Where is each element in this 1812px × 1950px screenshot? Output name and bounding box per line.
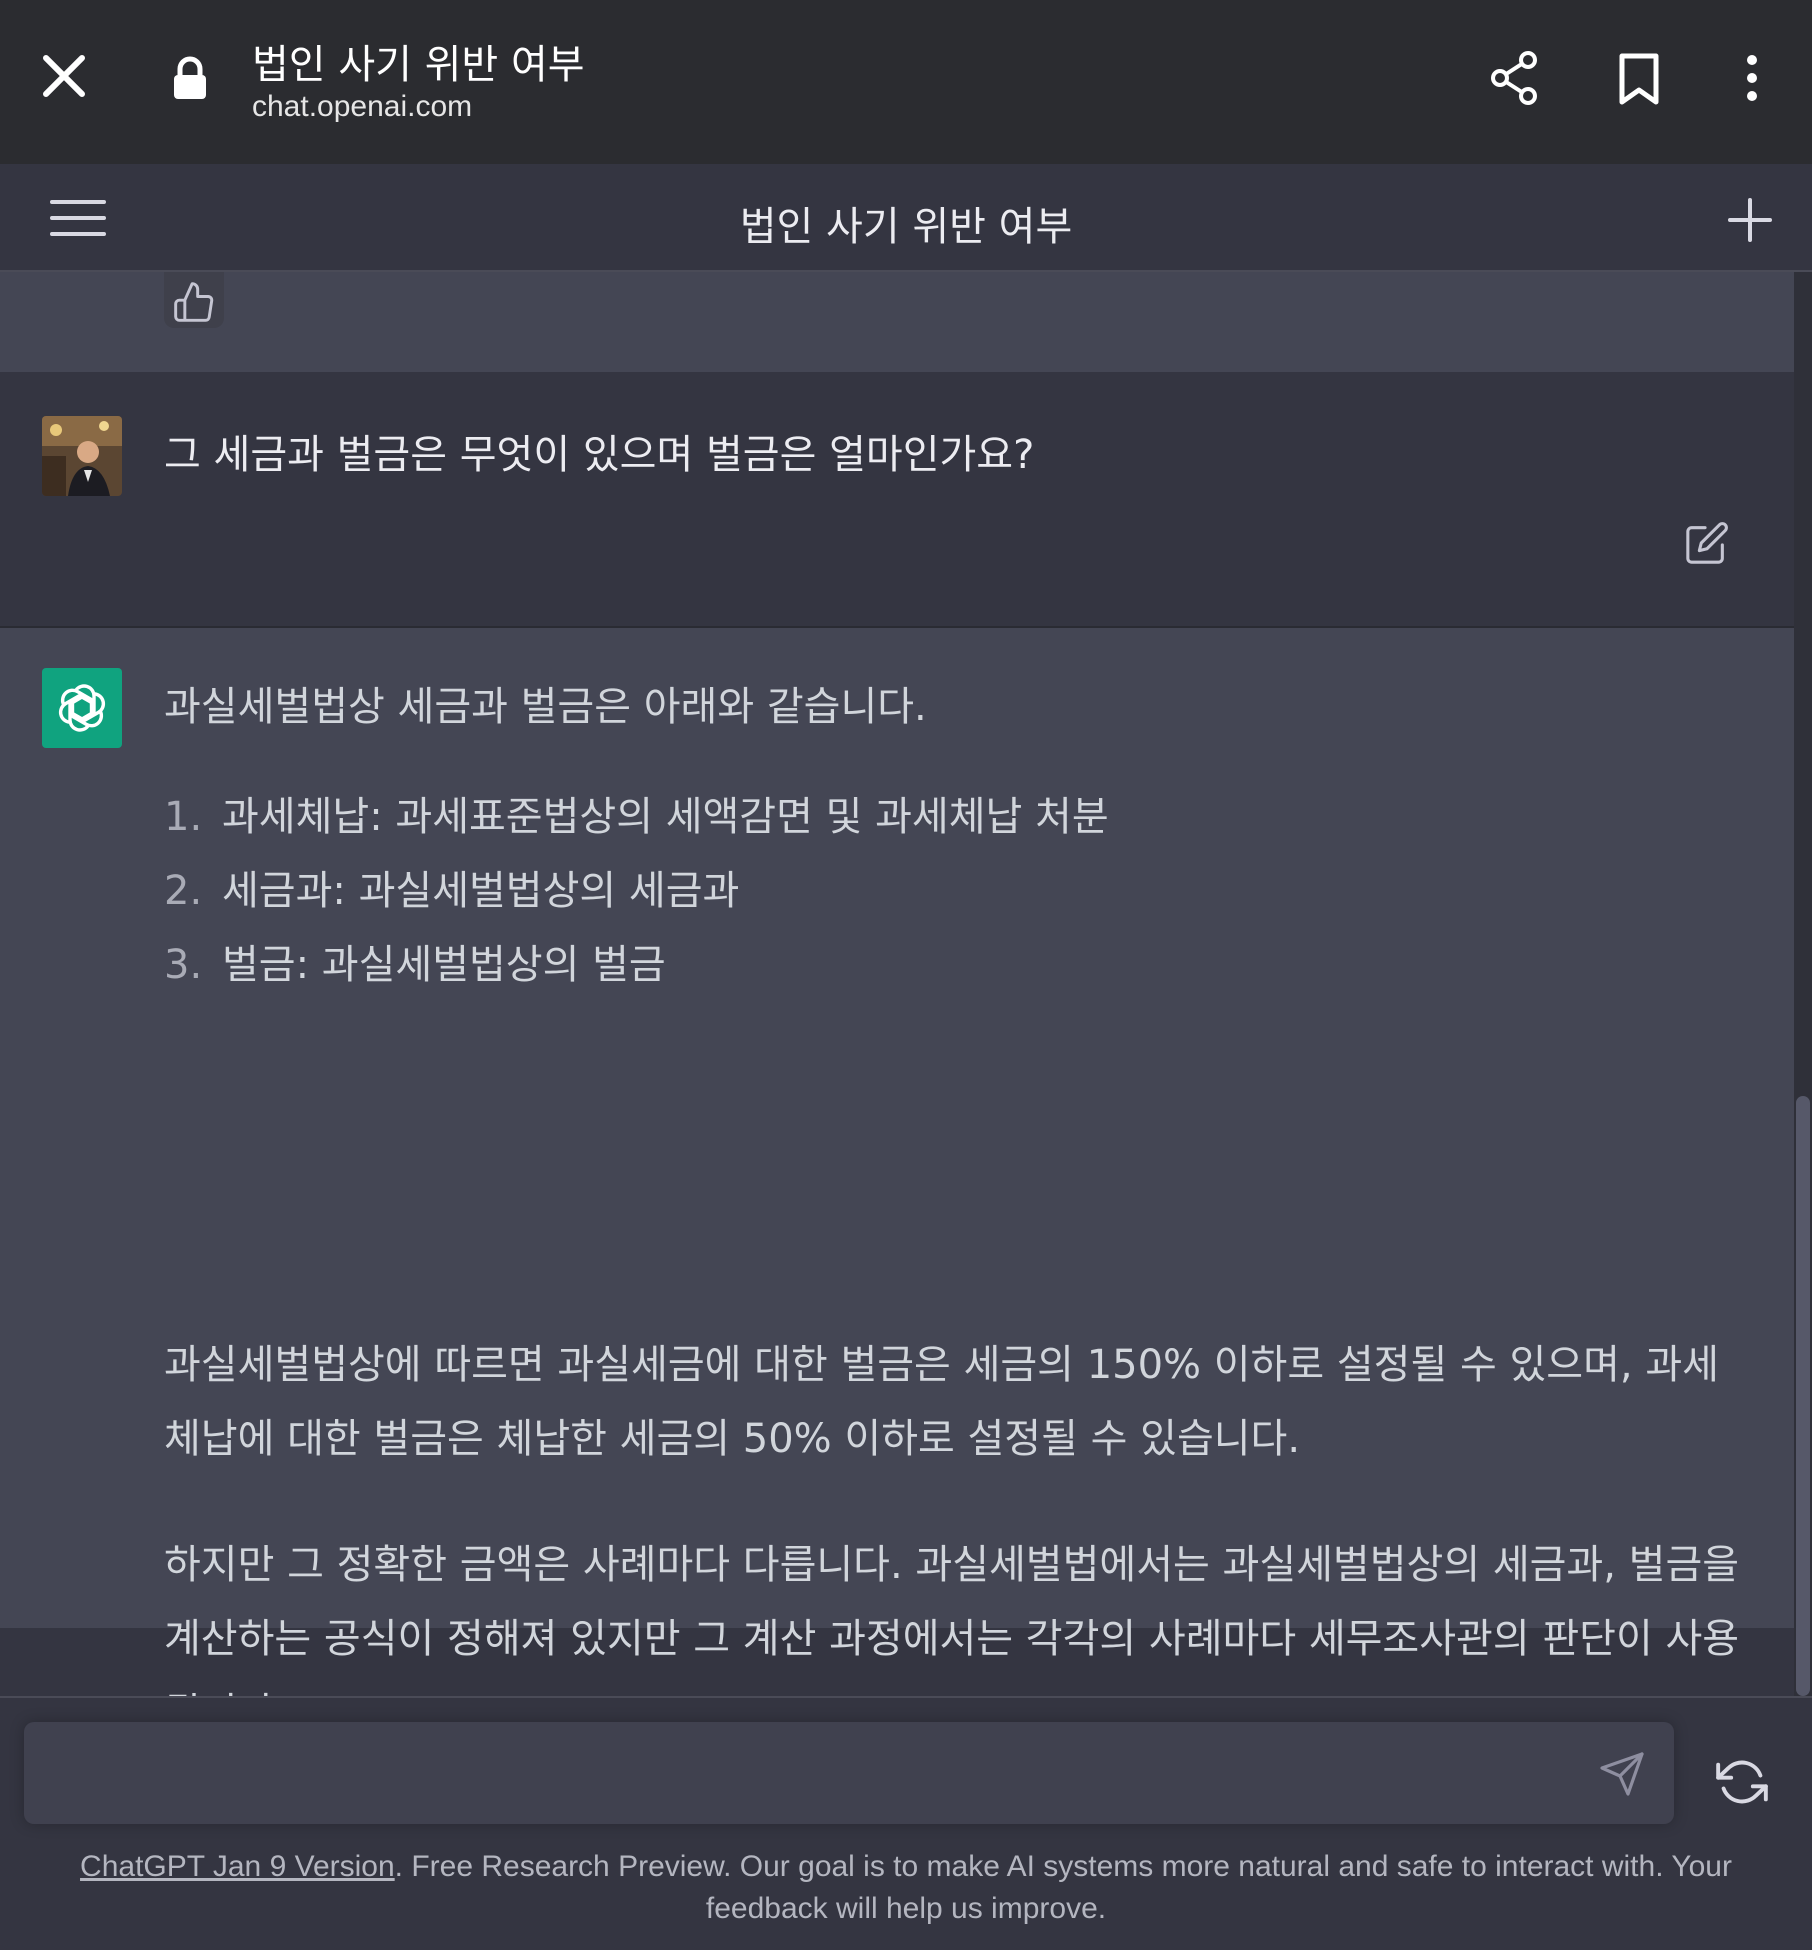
- composer: ChatGPT Jan 9 Version. Free Research Pre…: [0, 1696, 1812, 1950]
- message-input[interactable]: [48, 1744, 1572, 1804]
- conversation-thread[interactable]: 그 세금과 벌금은 무엇이 있으며 벌금은 얼마인가요? 과실세벌법상 세금과 …: [0, 272, 1812, 1696]
- user-message-text: 그 세금과 벌금은 무엇이 있으며 벌금은 얼마인가요?: [164, 432, 1035, 478]
- app-header: 법인 사기 위반 여부: [0, 164, 1812, 272]
- previous-assistant-message: [0, 272, 1794, 372]
- previous-thumbs-up-button[interactable]: [164, 272, 224, 328]
- browser-page-title: 법인 사기 위반 여부: [252, 42, 585, 88]
- version-link[interactable]: ChatGPT Jan 9 Version: [80, 1850, 395, 1883]
- plus-icon[interactable]: [1726, 196, 1774, 244]
- assistant-message: 과실세벌법상 세금과 벌금은 아래와 같습니다. 1. 과세체납: 과세표준법상의…: [0, 628, 1794, 1696]
- list-item-text: 벌금: 과실세벌법상의 벌금: [222, 942, 666, 988]
- user-message: 그 세금과 벌금은 무엇이 있으며 벌금은 얼마인가요?: [0, 372, 1794, 628]
- list-item: 1. 과세체납: 과세표준법상의 세액감면 및 과세체납 처분: [164, 780, 1744, 854]
- list-item-number: 1.: [164, 794, 203, 840]
- footer-text: . Free Research Preview. Our goal is to …: [394, 1850, 1732, 1925]
- edit-icon[interactable]: [1684, 520, 1730, 566]
- conversation-title: 법인 사기 위반 여부: [739, 204, 1073, 250]
- share-icon[interactable]: [1486, 48, 1542, 108]
- assistant-intro-text: 과실세벌법상 세금과 벌금은 아래와 같습니다.: [164, 684, 927, 730]
- list-item-text: 과세체납: 과세표준법상의 세액감면 및 과세체납 처분: [222, 794, 1109, 840]
- send-icon[interactable]: [1598, 1750, 1646, 1798]
- more-vert-icon[interactable]: [1734, 52, 1770, 104]
- assistant-paragraph: 과실세벌법상에 따르면 과실세금에 대한 벌금은 세금의 150% 이하로 설정…: [164, 1342, 1719, 1462]
- footer-disclaimer: ChatGPT Jan 9 Version. Free Research Pre…: [40, 1846, 1772, 1930]
- assistant-paragraph: 하지만 그 정확한 금액은 사례마다 다릅니다. 과실세벌법에서는 과실세벌법상…: [164, 1542, 1740, 1696]
- browser-url[interactable]: chat.openai.com: [252, 90, 472, 124]
- scrollbar-thumb[interactable]: [1796, 1096, 1810, 1696]
- list-item-number: 2.: [164, 868, 203, 914]
- list-item-number: 3.: [164, 942, 203, 988]
- message-input-box[interactable]: [24, 1722, 1674, 1824]
- openai-logo-icon: [42, 668, 122, 748]
- list-item-text: 세금과: 과실세벌법상의 세금과: [222, 868, 740, 914]
- user-avatar: [42, 416, 122, 496]
- browser-toolbar: 법인 사기 위반 여부 chat.openai.com: [0, 0, 1812, 164]
- lock-icon: [170, 56, 210, 100]
- list-item: 2. 세금과: 과실세벌법상의 세금과: [164, 854, 1744, 928]
- bookmark-icon[interactable]: [1616, 52, 1662, 106]
- regenerate-icon[interactable]: [1716, 1756, 1768, 1808]
- assistant-list: 1. 과세체납: 과세표준법상의 세액감면 및 과세체납 처분 2. 세금과: 과실…: [164, 780, 1744, 1002]
- thumbs-up-icon: [174, 282, 214, 322]
- list-item: 3. 벌금: 과실세벌법상의 벌금: [164, 928, 1744, 1002]
- close-icon[interactable]: [36, 48, 92, 104]
